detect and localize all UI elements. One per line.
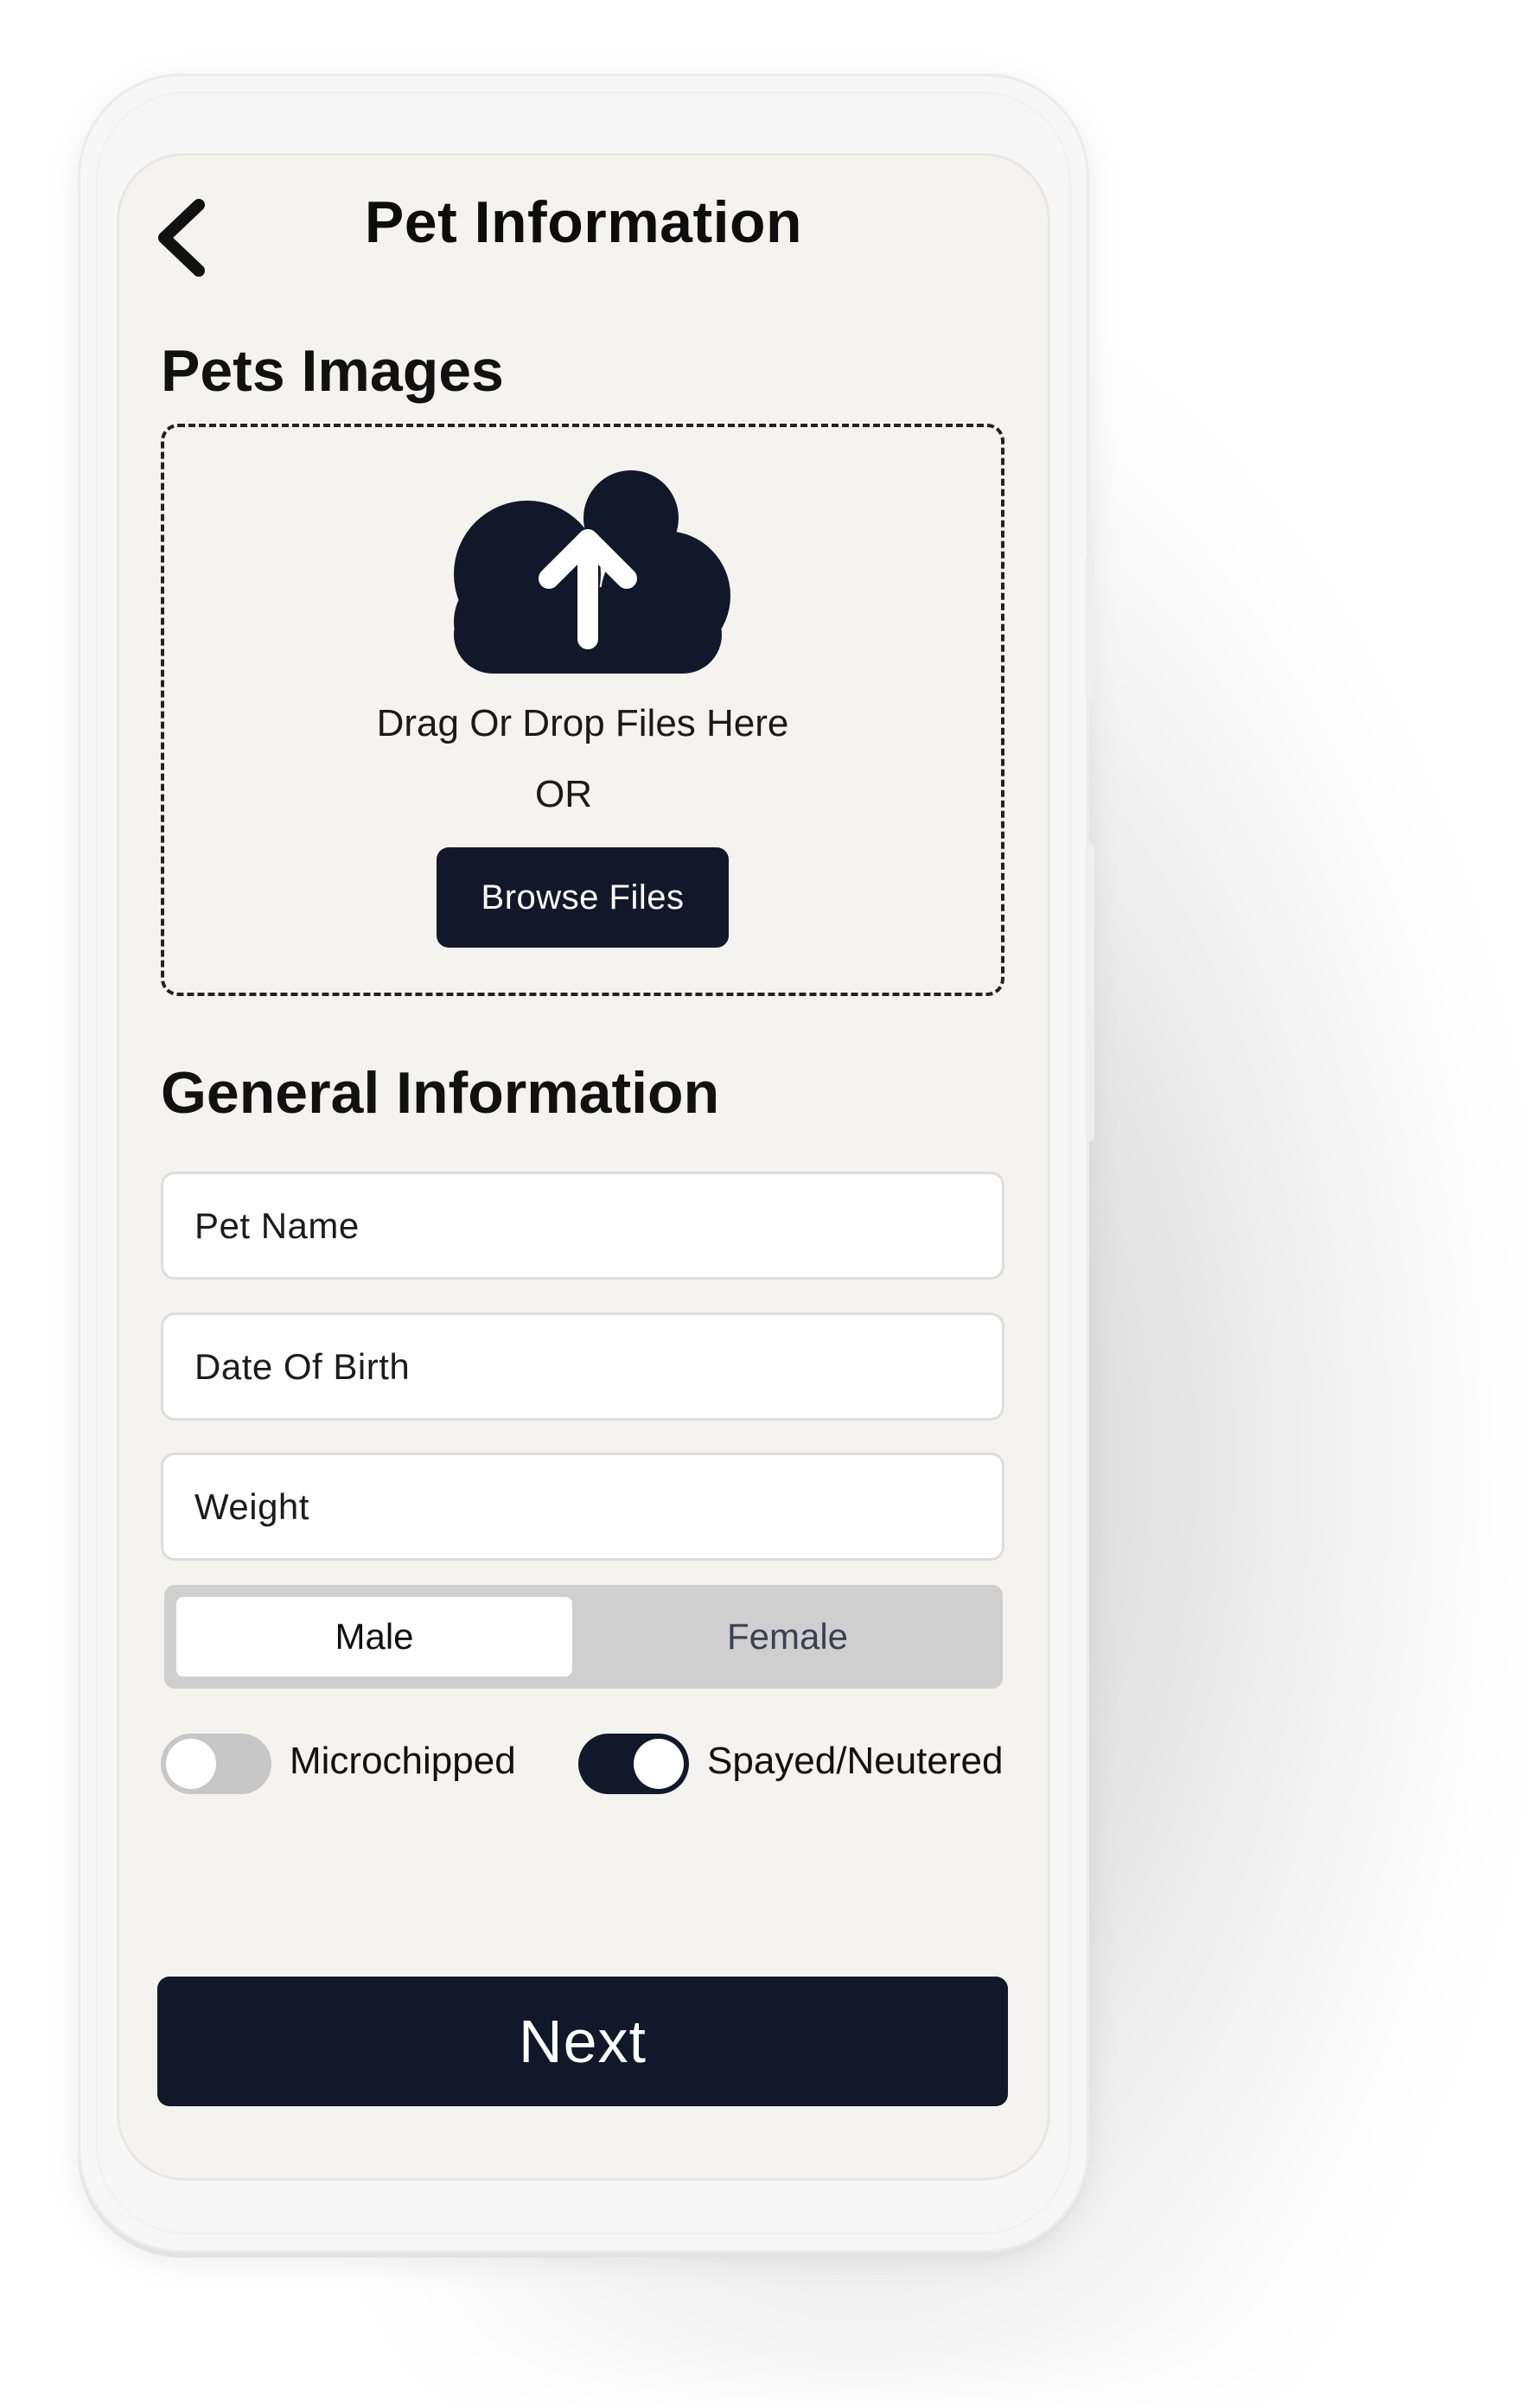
pets-images-heading: Pets Images	[161, 338, 504, 404]
spayed-neutered-toggle[interactable]	[578, 1734, 689, 1794]
gender-segmented-control: Male Female	[164, 1585, 1003, 1689]
microchipped-label: Microchipped	[290, 1740, 516, 1782]
general-information-heading: General Information	[161, 1060, 720, 1126]
browse-files-button[interactable]: Browse Files	[437, 847, 729, 948]
weight-input[interactable]	[161, 1453, 1004, 1561]
app-screen: Pet Information Pets Images Drag Or Drop	[117, 153, 1050, 2181]
microchipped-toggle[interactable]	[161, 1734, 271, 1794]
cloud-upload-icon	[445, 466, 730, 674]
side-button-lower	[1086, 843, 1094, 1141]
next-button[interactable]: Next	[157, 1977, 1008, 2106]
side-button-upper	[1086, 553, 1094, 700]
or-separator: OR	[535, 773, 592, 815]
date-of-birth-input[interactable]	[161, 1313, 1004, 1421]
drop-instructions: Drag Or Drop Files Here	[376, 702, 789, 744]
toggle-knob	[634, 1739, 684, 1789]
page-title: Pet Information	[364, 189, 803, 255]
gender-option-male[interactable]: Male	[176, 1597, 572, 1677]
toggle-knob	[166, 1739, 216, 1789]
file-dropzone[interactable]: Drag Or Drop Files Here OR Browse Files	[161, 424, 1004, 996]
pet-name-input[interactable]	[161, 1172, 1004, 1280]
gender-option-female[interactable]: Female	[584, 1597, 991, 1677]
spayed-neutered-label: Spayed/Neutered	[707, 1740, 1004, 1782]
